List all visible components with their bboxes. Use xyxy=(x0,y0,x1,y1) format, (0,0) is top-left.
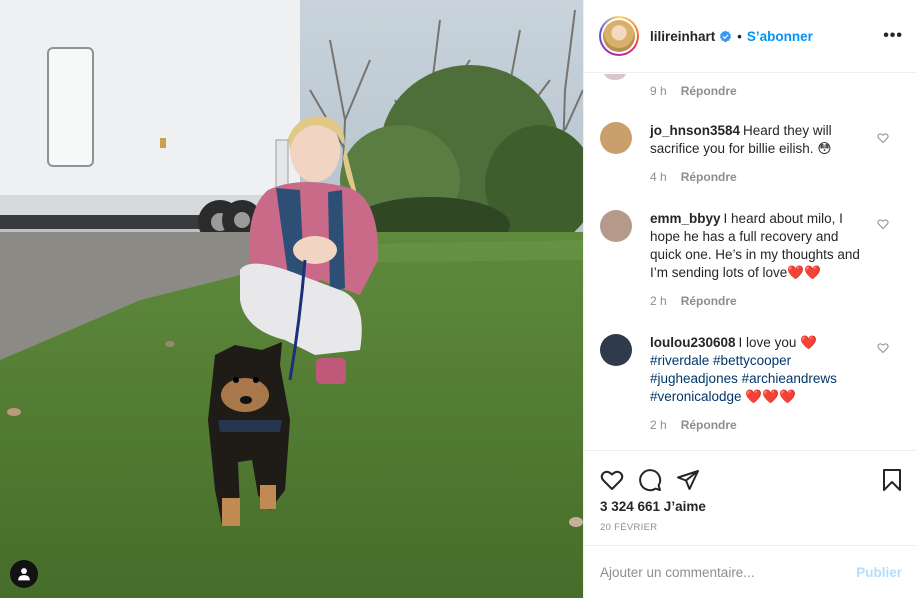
save-icon[interactable] xyxy=(880,468,904,492)
comment-time: 4 h xyxy=(650,170,667,184)
comment-input[interactable] xyxy=(600,564,857,580)
comment-meta: 2 h Répondre xyxy=(650,418,900,432)
comment-like-heart-icon[interactable] xyxy=(877,132,889,147)
heart-icon[interactable] xyxy=(600,468,624,492)
comment-time: 9 h xyxy=(650,84,667,98)
reply-button[interactable]: Répondre xyxy=(681,84,737,98)
action-icons xyxy=(584,451,917,499)
comment-body: jo_hnson3584 Heard they will sacrifice yo… xyxy=(650,122,865,158)
previous-comment-avatar xyxy=(604,74,626,80)
commenter-username[interactable]: loulou230608 xyxy=(650,335,736,350)
profile-username[interactable]: lilireinhart xyxy=(650,29,715,44)
post-header: lilireinhart • S’abonner ••• xyxy=(584,0,917,73)
publish-button[interactable]: Publier xyxy=(856,565,902,580)
more-options-icon[interactable]: ••• xyxy=(883,27,903,45)
comment-time: 2 h xyxy=(650,418,667,432)
profile-avatar[interactable] xyxy=(599,16,639,56)
comment-icon[interactable] xyxy=(638,468,662,492)
comments-list[interactable]: 9 h Répondre jo_hnson3584 Heard they will … xyxy=(584,74,917,450)
comment-meta: 4 h Répondre xyxy=(650,170,900,184)
post-photo[interactable] xyxy=(0,0,583,598)
hashtag-link[interactable]: #riverdale xyxy=(650,353,709,368)
reply-button[interactable]: Répondre xyxy=(681,294,737,308)
comment-item: jo_hnson3584 Heard they will sacrifice yo… xyxy=(600,122,900,184)
follow-button[interactable]: S’abonner xyxy=(747,29,813,44)
hashtag-link[interactable]: #veronicalodge xyxy=(650,389,742,404)
comment-time: 2 h xyxy=(650,294,667,308)
hashtag-link[interactable]: #archieandrews xyxy=(742,371,837,386)
comment-text: I love you ❤️ xyxy=(738,335,817,350)
comment-text-end: ❤️❤️❤️ xyxy=(745,389,796,404)
post-actions: 3 324 661 J’aime 20 février xyxy=(584,450,917,545)
avatar-image xyxy=(603,20,635,52)
commenter-username[interactable]: emm_bbyy xyxy=(650,211,721,226)
commenter-avatar[interactable] xyxy=(600,122,632,154)
comment-like-heart-icon[interactable] xyxy=(877,342,889,357)
reply-button[interactable]: Répondre xyxy=(681,170,737,184)
reply-button[interactable]: Répondre xyxy=(681,418,737,432)
user-tag-button[interactable] xyxy=(10,560,38,588)
comment-meta: 2 h Répondre xyxy=(650,294,900,308)
comment-item: emm_bbyy I heard about milo, I hope he ha… xyxy=(600,210,900,308)
commenter-username[interactable]: jo_hnson3584 xyxy=(650,123,740,138)
hashtag-link[interactable]: #jugheadjones xyxy=(650,371,738,386)
previous-comment-meta: 9 h Répondre xyxy=(650,84,737,98)
commenter-avatar[interactable] xyxy=(600,210,632,242)
share-icon[interactable] xyxy=(676,468,700,492)
post-date[interactable]: 20 février xyxy=(584,522,917,533)
user-tag-icon xyxy=(18,568,30,581)
comment-item: loulou230608 I love you ❤️ #riverdale #be… xyxy=(600,334,900,432)
photo-scene xyxy=(0,0,583,598)
comment-body: loulou230608 I love you ❤️ #riverdale #be… xyxy=(650,334,865,406)
comment-like-heart-icon[interactable] xyxy=(877,218,889,233)
add-comment-bar: Publier xyxy=(584,545,917,598)
header-separator: • xyxy=(737,28,742,44)
post-side-panel: lilireinhart • S’abonner ••• 9 h Répondre… xyxy=(583,0,917,598)
likes-count[interactable]: 3 324 661 J’aime xyxy=(584,499,917,514)
verified-badge-icon xyxy=(719,30,732,43)
hashtag-link[interactable]: #bettycooper xyxy=(713,353,791,368)
commenter-avatar[interactable] xyxy=(600,334,632,366)
comment-body: emm_bbyy I heard about milo, I hope he ha… xyxy=(650,210,865,282)
